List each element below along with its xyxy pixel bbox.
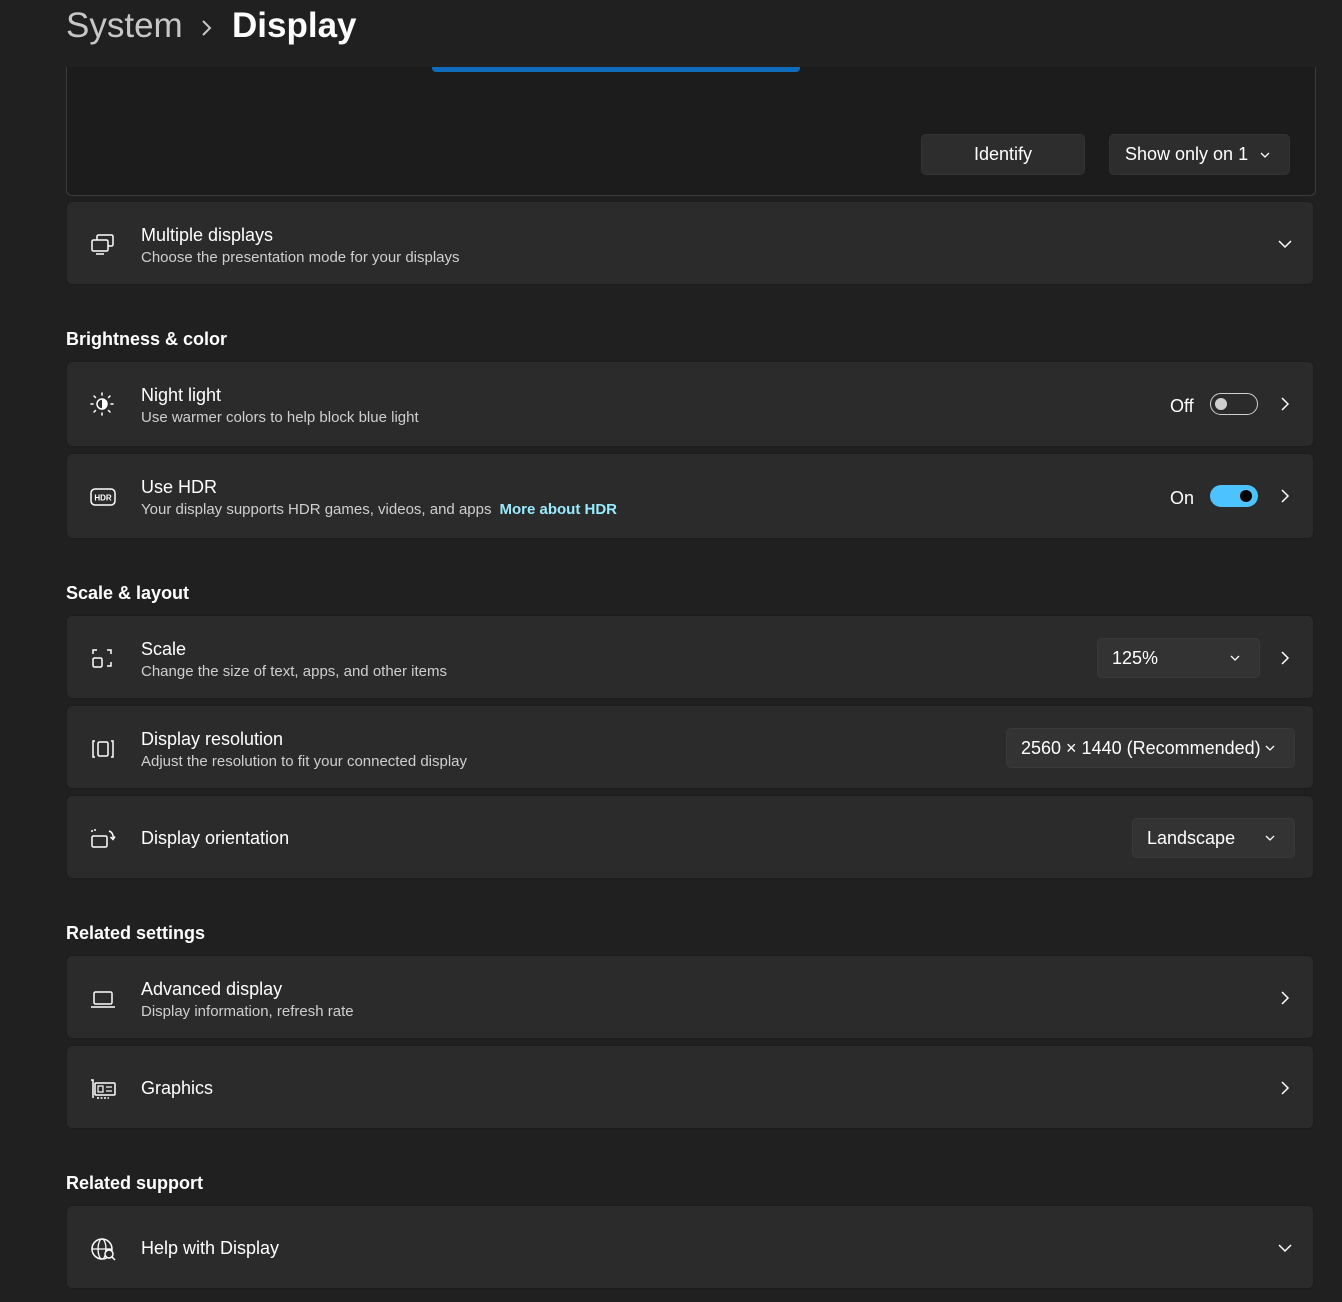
night-light-state: Off <box>1170 396 1194 416</box>
chevron-right-icon[interactable] <box>1279 488 1291 504</box>
scale-card[interactable]: Scale Change the size of text, apps, and… <box>66 615 1314 699</box>
chevron-down-icon <box>1265 745 1275 751</box>
section-related-support: Related support <box>66 1173 204 1193</box>
card-title: Scale <box>141 639 187 659</box>
breadcrumb-system[interactable]: System <box>66 6 183 46</box>
card-title: Display orientation <box>141 828 290 848</box>
card-subtitle: Your display supports HDR games, videos,… <box>141 501 617 518</box>
chevron-right-icon[interactable] <box>1279 990 1291 1006</box>
card-title: Night light <box>141 385 222 405</box>
display-orientation-card: Display orientation Landscape <box>66 795 1314 879</box>
card-subtitle: Adjust the resolution to fit your connec… <box>141 753 468 770</box>
multiple-displays-card[interactable]: Multiple displays Choose the presentatio… <box>66 201 1314 285</box>
resolution-dropdown[interactable]: 2560 × 1440 (Recommended) <box>1006 728 1295 768</box>
laptop-icon <box>91 991 115 1008</box>
monitor-arrangement-panel: Identify Show only on 1 <box>66 66 1316 196</box>
card-title: Graphics <box>141 1078 214 1098</box>
section-related-settings: Related settings <box>66 923 206 943</box>
night-light-toggle[interactable] <box>1210 393 1258 415</box>
chevron-down-icon <box>1230 655 1240 661</box>
identify-button[interactable]: Identify <box>921 134 1085 175</box>
hdr-state: On <box>1170 488 1195 508</box>
multiple-displays-icon <box>91 234 114 255</box>
section-brightness-color: Brightness & color <box>66 329 228 349</box>
hdr-toggle[interactable] <box>1210 485 1258 507</box>
chevron-right-icon[interactable] <box>1279 1080 1291 1096</box>
chevron-right-icon[interactable] <box>1279 650 1291 666</box>
page-title: Display <box>232 6 357 45</box>
graphics-card[interactable]: Graphics <box>66 1045 1314 1129</box>
chevron-down-icon[interactable] <box>1277 238 1293 250</box>
night-light-icon <box>90 392 114 416</box>
scale-icon <box>92 649 112 668</box>
card-title: Help with Display <box>141 1238 280 1258</box>
hdr-icon: HDR <box>90 488 116 506</box>
card-title: Multiple displays <box>141 225 274 245</box>
card-subtitle: Change the size of text, apps, and other… <box>141 663 448 680</box>
scale-dropdown[interactable]: 125% <box>1097 638 1260 678</box>
chevron-right-icon <box>202 20 212 36</box>
resolution-icon <box>92 740 114 758</box>
chevron-right-icon[interactable] <box>1279 396 1291 412</box>
chevron-down-icon[interactable] <box>1277 1242 1293 1254</box>
chevron-down-icon <box>1260 152 1270 158</box>
page-header: System Display <box>0 0 1342 67</box>
show-only-dropdown[interactable]: Show only on 1 <box>1109 134 1290 175</box>
help-globe-icon <box>91 1238 116 1261</box>
orientation-dropdown[interactable]: Landscape <box>1132 818 1295 858</box>
hdr-card[interactable]: HDR Use HDR Your display supports HDR ga… <box>66 453 1314 539</box>
card-title: Use HDR <box>141 477 218 497</box>
section-scale-layout: Scale & layout <box>66 583 190 603</box>
chevron-down-icon <box>1265 835 1275 841</box>
advanced-display-card[interactable]: Advanced display Display information, re… <box>66 955 1314 1039</box>
graphics-card-icon <box>91 1079 116 1099</box>
card-title: Display resolution <box>141 729 284 749</box>
card-subtitle: Use warmer colors to help block blue lig… <box>141 409 419 426</box>
help-with-display-card[interactable]: Help with Display <box>66 1205 1314 1289</box>
card-subtitle: Display information, refresh rate <box>141 1003 354 1020</box>
card-subtitle: Choose the presentation mode for your di… <box>141 249 460 266</box>
orientation-icon <box>91 829 116 848</box>
more-about-hdr-link[interactable]: More about HDR <box>499 501 617 518</box>
night-light-card[interactable]: Night light Use warmer colors to help bl… <box>66 361 1314 447</box>
display-resolution-card: Display resolution Adjust the resolution… <box>66 705 1314 789</box>
card-title: Advanced display <box>141 979 283 999</box>
svg-text:HDR: HDR <box>94 494 112 503</box>
